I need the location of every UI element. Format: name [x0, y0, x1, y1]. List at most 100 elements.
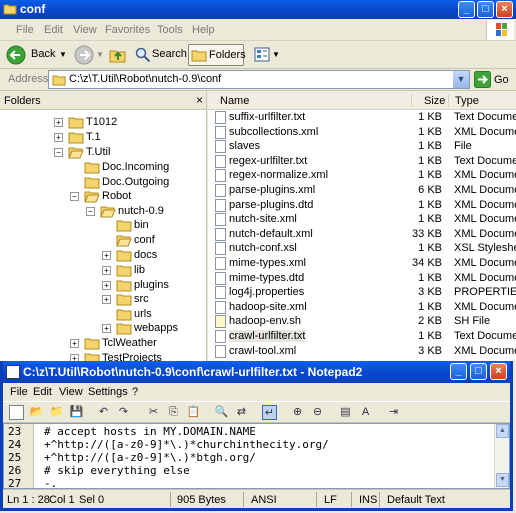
- menu-view[interactable]: View: [59, 386, 83, 398]
- file-row[interactable]: crawl-tool.xml 3 KB XML Document: [208, 344, 516, 359]
- menu-edit[interactable]: Edit: [33, 386, 52, 398]
- close-button[interactable]: ×: [490, 363, 507, 380]
- tree-item-doc-incoming[interactable]: Doc.Incoming: [0, 161, 206, 175]
- browse-icon[interactable]: 📁: [49, 405, 64, 420]
- back-button[interactable]: Back ▼: [4, 44, 68, 66]
- menu-help[interactable]: ?: [132, 386, 138, 398]
- close-button[interactable]: ×: [496, 1, 513, 18]
- exit-icon[interactable]: ⇥: [386, 405, 401, 420]
- tree-item-doc-outgoing[interactable]: Doc.Outgoing: [0, 176, 206, 190]
- file-row[interactable]: nutch-site.xml 1 KB XML Document: [208, 212, 516, 227]
- copy-icon[interactable]: ⎘: [166, 405, 181, 420]
- expand-icon[interactable]: +: [102, 266, 111, 275]
- file-row[interactable]: mime-types.xml 34 KB XML Document: [208, 256, 516, 271]
- tree-item-src[interactable]: + src: [0, 293, 206, 307]
- tree-item-docs[interactable]: + docs: [0, 249, 206, 263]
- zoom-out-icon[interactable]: ⊖: [310, 405, 325, 420]
- file-row[interactable]: nutch-conf.xsl 1 KB XSL Stylesheet: [208, 241, 516, 256]
- tree-item-lib[interactable]: + lib: [0, 264, 206, 278]
- tree-item-nutch-0-9[interactable]: − nutch-0.9: [0, 205, 206, 219]
- file-row[interactable]: mime-types.dtd 1 KB XML Document T: [208, 271, 516, 286]
- expand-icon[interactable]: +: [102, 251, 111, 260]
- file-row[interactable]: hadoop-site.xml 1 KB XML Document: [208, 300, 516, 315]
- expand-icon[interactable]: +: [70, 354, 79, 361]
- file-row[interactable]: parse-plugins.dtd 1 KB XML Document T: [208, 198, 516, 213]
- scheme-icon[interactable]: ▤: [338, 405, 353, 420]
- collapse-icon[interactable]: −: [70, 192, 79, 201]
- go-button[interactable]: Go: [474, 71, 514, 89]
- address-input[interactable]: C:\z\T.Util\Robot\nutch-0.9\conf ▼: [48, 70, 470, 89]
- paste-icon[interactable]: 📋: [186, 405, 201, 420]
- expand-icon[interactable]: +: [54, 118, 63, 127]
- new-file-icon[interactable]: [9, 405, 24, 420]
- up-folder-button[interactable]: [107, 44, 129, 66]
- menu-favorites[interactable]: Favorites: [105, 24, 150, 36]
- file-row[interactable]: nutch-default.xml 33 KB XML Document: [208, 227, 516, 242]
- maximize-button[interactable]: □: [477, 1, 494, 18]
- open-folder-icon[interactable]: 📂: [29, 405, 44, 420]
- collapse-icon[interactable]: −: [86, 207, 95, 216]
- forward-button[interactable]: ▼: [72, 44, 104, 66]
- file-row[interactable]: subcollections.xml 1 KB XML Document: [208, 125, 516, 140]
- collapse-icon[interactable]: −: [54, 148, 63, 157]
- views-button[interactable]: ▼: [252, 44, 280, 66]
- editor-area[interactable]: 23 # accept hosts in MY.DOMAIN.NAME 24 +^ht…: [3, 423, 510, 489]
- zoom-in-icon[interactable]: ⊕: [290, 405, 305, 420]
- tree-item-webapps[interactable]: + webapps: [0, 322, 206, 336]
- file-row[interactable]: parse-plugins.xml 6 KB XML Document: [208, 183, 516, 198]
- address-dropdown-icon[interactable]: ▼: [453, 71, 469, 88]
- save-icon[interactable]: 💾: [69, 405, 84, 420]
- menu-settings[interactable]: Settings: [88, 386, 128, 398]
- expand-icon[interactable]: +: [102, 295, 111, 304]
- search-button[interactable]: Search: [133, 44, 187, 66]
- notepad2-title-bar[interactable]: C:\z\T.Util\Robot\nutch-0.9\conf\crawl-u…: [3, 361, 510, 383]
- file-row[interactable]: slaves 1 KB File: [208, 139, 516, 154]
- redo-icon[interactable]: ↷: [116, 405, 131, 420]
- menu-file[interactable]: File: [16, 24, 34, 36]
- explorer-title-bar[interactable]: conf _ □ ×: [0, 0, 516, 19]
- scroll-up-icon[interactable]: ▲: [496, 424, 509, 438]
- find-icon[interactable]: 🔍: [214, 405, 229, 420]
- column-name[interactable]: Name: [220, 95, 249, 107]
- file-row[interactable]: suffix-urlfilter.txt 1 KB Text Document: [208, 110, 516, 125]
- tree-item-t-util[interactable]: − T.Util: [0, 146, 206, 160]
- expand-icon[interactable]: +: [102, 281, 111, 290]
- menu-file[interactable]: File: [10, 386, 28, 398]
- cut-icon[interactable]: ✂: [146, 405, 161, 420]
- font-icon[interactable]: A: [358, 405, 373, 420]
- minimize-button[interactable]: _: [450, 363, 467, 380]
- tree-item-urls[interactable]: urls: [0, 308, 206, 322]
- folders-button[interactable]: Folders: [188, 44, 246, 66]
- tree-item-t-1[interactable]: + T.1: [0, 131, 206, 145]
- undo-icon[interactable]: ↶: [96, 405, 111, 420]
- file-row[interactable]: log4j.properties 3 KB PROPERTIES File: [208, 285, 516, 300]
- file-row[interactable]: regex-urlfilter.txt 1 KB Text Document: [208, 154, 516, 169]
- tree-item-plugins[interactable]: + plugins: [0, 279, 206, 293]
- word-wrap-icon[interactable]: ↵: [262, 405, 277, 420]
- file-row[interactable]: regex-normalize.xml 1 KB XML Document: [208, 168, 516, 183]
- tree-item-testprojects[interactable]: + TestProjects: [0, 352, 206, 361]
- expand-icon[interactable]: +: [54, 133, 63, 142]
- menu-help[interactable]: Help: [192, 24, 215, 36]
- file-row[interactable]: crawl-urlfilter.txt 1 KB Text Document: [208, 329, 516, 344]
- column-size[interactable]: Size: [424, 95, 445, 107]
- expand-icon[interactable]: +: [70, 339, 79, 348]
- vertical-scrollbar[interactable]: ▲ ▼: [494, 424, 509, 488]
- back-dropdown-icon[interactable]: ▼: [59, 50, 67, 59]
- expand-icon[interactable]: +: [102, 324, 111, 333]
- maximize-button[interactable]: □: [470, 363, 487, 380]
- tree-item-bin[interactable]: bin: [0, 219, 206, 233]
- close-pane-icon[interactable]: ×: [196, 93, 203, 107]
- column-type[interactable]: Type: [455, 95, 479, 107]
- menu-view[interactable]: View: [73, 24, 97, 36]
- tree-item-t1012[interactable]: + T1012: [0, 116, 206, 130]
- replace-icon[interactable]: ⇄: [234, 405, 249, 420]
- tree-item-robot[interactable]: − Robot: [0, 190, 206, 204]
- file-row[interactable]: hadoop-env.sh 2 KB SH File: [208, 314, 516, 329]
- minimize-button[interactable]: _: [458, 1, 475, 18]
- menu-edit[interactable]: Edit: [44, 24, 63, 36]
- tree-item-tclweather[interactable]: + TclWeather: [0, 337, 206, 351]
- menu-tools[interactable]: Tools: [157, 24, 183, 36]
- scroll-down-icon[interactable]: ▼: [496, 473, 509, 487]
- tree-item-conf[interactable]: conf: [0, 234, 206, 248]
